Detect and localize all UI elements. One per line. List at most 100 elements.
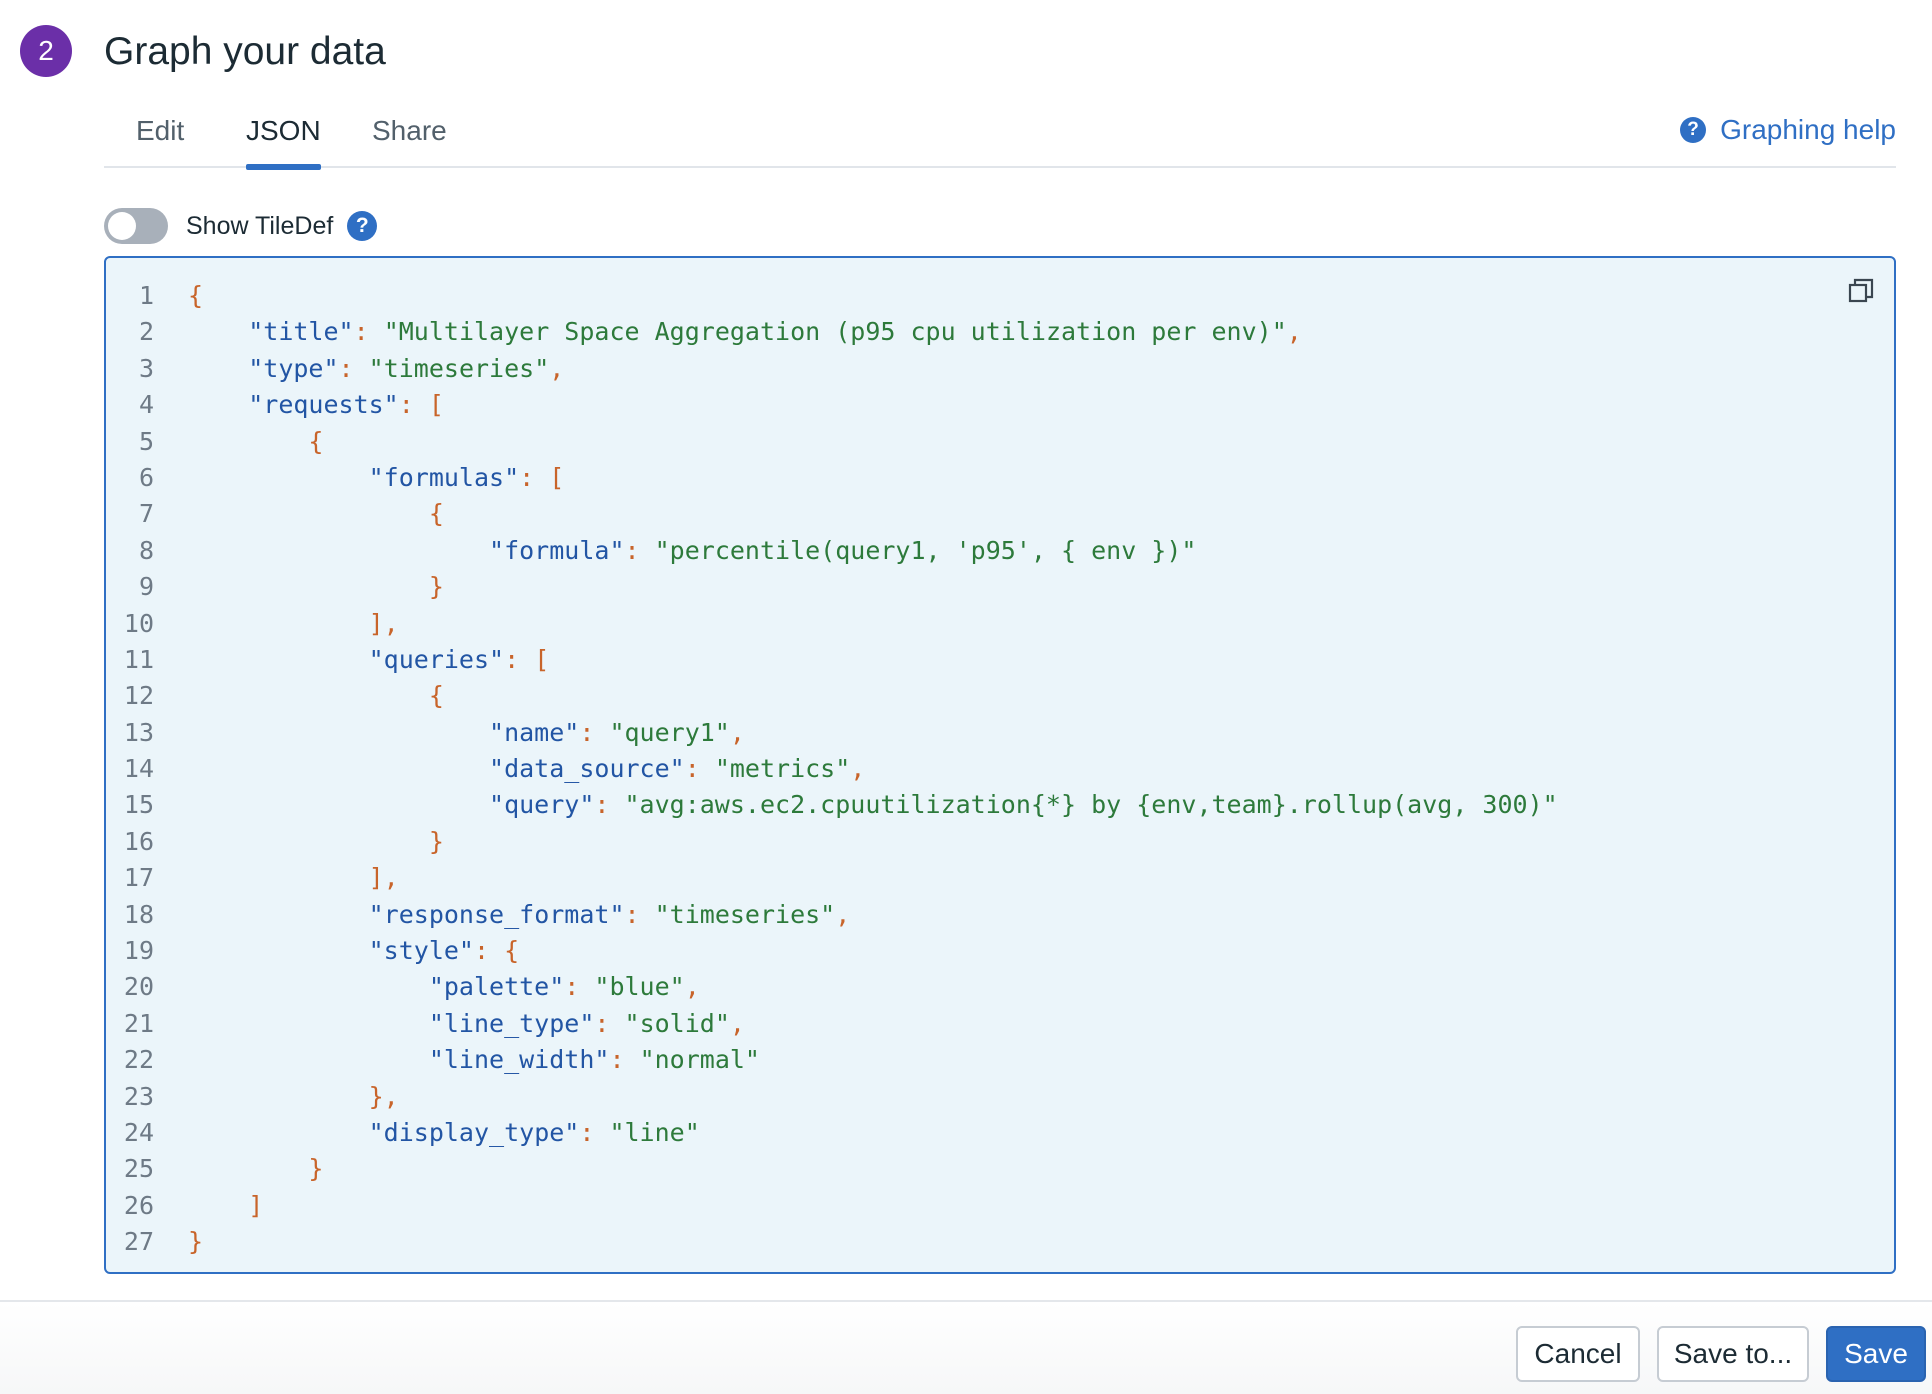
json-punctuation: }: [188, 1227, 204, 1257]
line-content: "type": "timeseries",: [154, 351, 564, 387]
line-content: ]: [154, 1188, 263, 1224]
json-punctuation: },: [368, 1081, 399, 1111]
line-content: "response_format": "timeseries",: [154, 897, 851, 933]
json-string: "timeseries": [368, 353, 550, 383]
json-key: "query": [489, 790, 595, 820]
line-content: "query": "avg:aws.ec2.cpuutilization{*} …: [154, 787, 1558, 823]
json-punctuation: ,: [1286, 317, 1302, 347]
footer-bar: [0, 1302, 1932, 1394]
json-string: "percentile(query1, 'p95', { env })": [654, 535, 1197, 565]
json-punctuation: ]: [248, 1190, 264, 1220]
code-line: 14 "data_source": "metrics",: [106, 751, 1866, 787]
json-punctuation: ,: [835, 899, 851, 929]
code-line: 10 ],: [106, 606, 1866, 642]
code-line: 6 "formulas": [: [106, 460, 1866, 496]
code-line: 25 }: [106, 1151, 1866, 1187]
line-content: ],: [154, 860, 399, 896]
line-number: 14: [123, 754, 154, 784]
json-punctuation: :: [564, 972, 595, 1002]
json-string: "blue": [594, 972, 685, 1002]
json-key: "palette": [428, 972, 565, 1002]
json-key: "name": [489, 717, 580, 747]
line-number: 12: [123, 681, 154, 711]
line-content: }: [154, 569, 444, 605]
line-content: "style": {: [154, 933, 520, 969]
json-key: "data_source": [489, 754, 685, 784]
code-line: 5 {: [106, 424, 1866, 460]
json-string: "Multilayer Space Aggregation (p95 cpu u…: [383, 317, 1287, 347]
json-punctuation: :: [609, 1045, 640, 1075]
line-content: "palette": "blue",: [154, 969, 700, 1005]
json-punctuation: {: [188, 281, 204, 310]
json-punctuation: :: [594, 1008, 625, 1038]
json-punctuation: ],: [368, 608, 399, 638]
line-number: 15: [123, 790, 154, 820]
code-line: 8 "formula": "percentile(query1, 'p95', …: [106, 533, 1866, 569]
tab-share[interactable]: Share: [372, 108, 447, 168]
line-number: 3: [138, 353, 154, 383]
cancel-button[interactable]: Cancel: [1516, 1326, 1640, 1382]
json-punctuation: {: [428, 681, 444, 711]
line-number: 10: [123, 608, 154, 638]
json-punctuation: :: [353, 317, 384, 347]
code-line: 11 "queries": [: [106, 642, 1866, 678]
line-number: 11: [123, 644, 154, 674]
json-punctuation: {: [308, 426, 324, 456]
json-string: "normal": [639, 1045, 760, 1075]
tab-json[interactable]: JSON: [246, 108, 321, 170]
json-string: "metrics": [714, 754, 851, 784]
graph-editor-page: 2 Graph your data Edit JSON Share ? Grap…: [0, 0, 1932, 1394]
json-punctuation: :: [579, 1117, 610, 1147]
save-button[interactable]: Save: [1826, 1326, 1926, 1382]
line-number: 25: [123, 1154, 154, 1184]
json-string: "query1": [609, 717, 730, 747]
line-number: 23: [123, 1081, 154, 1111]
json-punctuation: :: [579, 717, 610, 747]
code-line: 15 "query": "avg:aws.ec2.cpuutilization{…: [106, 787, 1866, 823]
graphing-help-link[interactable]: ? Graphing help: [1680, 114, 1896, 146]
line-number: 2: [138, 317, 154, 347]
json-punctuation: : {: [473, 936, 520, 966]
code-line: 9 }: [106, 569, 1866, 605]
line-number: 1: [138, 281, 154, 310]
line-content: },: [154, 1079, 399, 1115]
save-to-button[interactable]: Save to...: [1657, 1326, 1809, 1382]
line-number: 9: [138, 572, 154, 602]
code-line: 22 "line_width": "normal": [106, 1042, 1866, 1078]
line-content: "title": "Multilayer Space Aggregation (…: [154, 314, 1302, 350]
line-content: "line_type": "solid",: [154, 1006, 745, 1042]
json-punctuation: ,: [684, 972, 700, 1002]
line-content: "display_type": "line": [154, 1115, 700, 1151]
show-tiledef-row: Show TileDef ?: [104, 206, 378, 246]
json-punctuation: ,: [729, 1008, 745, 1038]
code-line: 4 "requests": [: [106, 387, 1866, 423]
json-punctuation: ,: [549, 353, 565, 383]
json-code-editor[interactable]: 1{2 "title": "Multilayer Space Aggregati…: [104, 256, 1896, 1274]
line-content: {: [154, 424, 323, 460]
code-line: 19 "style": {: [106, 933, 1866, 969]
line-content: "data_source": "metrics",: [154, 751, 865, 787]
toggle-knob: [108, 212, 136, 240]
line-number: 6: [138, 462, 154, 492]
json-string: "avg:aws.ec2.cpuutilization{*} by {env,t…: [624, 790, 1558, 820]
code-line: 18 "response_format": "timeseries",: [106, 897, 1866, 933]
question-circle-icon[interactable]: ?: [347, 211, 378, 241]
json-key: "style": [368, 936, 474, 966]
line-content: "line_width": "normal": [154, 1042, 760, 1078]
code-line: 16 }: [106, 824, 1866, 860]
line-number: 16: [123, 826, 154, 856]
line-number: 7: [138, 499, 154, 529]
json-punctuation: :: [624, 899, 655, 929]
tab-edit[interactable]: Edit: [136, 108, 184, 168]
line-content: {: [154, 678, 444, 714]
json-key: "requests": [248, 390, 399, 420]
json-punctuation: :: [624, 535, 655, 565]
json-punctuation: ,: [729, 717, 745, 747]
line-content: "queries": [: [154, 642, 550, 678]
show-tiledef-toggle[interactable]: [104, 208, 168, 244]
line-content: "requests": [: [154, 387, 444, 423]
json-key: "line_type": [428, 1008, 595, 1038]
code-line: 1{: [106, 278, 1866, 314]
json-punctuation: {: [428, 499, 444, 529]
json-key: "formulas": [368, 462, 520, 492]
